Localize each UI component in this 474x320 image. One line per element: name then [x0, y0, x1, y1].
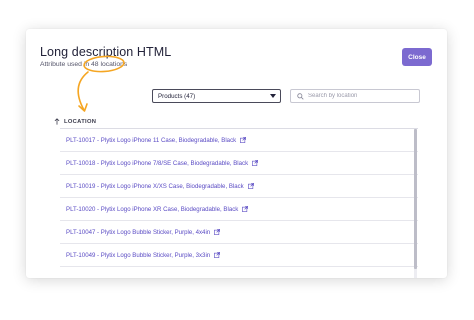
location-search-field[interactable] — [290, 89, 420, 103]
list-item[interactable]: PLT-10020 - Plytix Logo iPhone XR Case, … — [60, 198, 418, 221]
scrollbar-thumb[interactable] — [414, 129, 417, 269]
search-input[interactable] — [304, 93, 408, 99]
arrow-up-icon — [54, 118, 60, 125]
location-list: PLT-10017 - Plytix Logo iPhone 11 Case, … — [60, 129, 418, 267]
list-item[interactable]: PLT-10017 - Plytix Logo iPhone 11 Case, … — [60, 129, 418, 152]
list-item[interactable]: PLT-10018 - Plytix Logo iPhone 7/8/SE Ca… — [60, 152, 418, 175]
list-item[interactable]: PLT-10019 - Plytix Logo iPhone X/XS Case… — [60, 175, 418, 198]
location-link[interactable]: PLT-10049 - Plytix Logo Bubble Sticker, … — [66, 252, 210, 259]
location-column-header[interactable]: LOCATION — [54, 118, 96, 125]
location-link[interactable]: PLT-10047 - Plytix Logo Bubble Sticker, … — [66, 229, 210, 236]
location-link[interactable]: PLT-10019 - Plytix Logo iPhone X/XS Case… — [66, 183, 244, 190]
close-button[interactable]: Close — [402, 48, 432, 66]
list-scrollbar[interactable] — [414, 129, 417, 278]
list-item[interactable]: PLT-10049 - Plytix Logo Bubble Sticker, … — [60, 244, 418, 267]
search-icon — [297, 92, 304, 100]
external-link-icon[interactable] — [214, 229, 221, 235]
list-item[interactable]: PLT-10047 - Plytix Logo Bubble Sticker, … — [60, 221, 418, 244]
location-link[interactable]: PLT-10020 - Plytix Logo iPhone XR Case, … — [66, 206, 238, 213]
location-link[interactable]: PLT-10017 - Plytix Logo iPhone 11 Case, … — [66, 137, 236, 144]
external-link-icon[interactable] — [240, 137, 247, 143]
external-link-icon[interactable] — [247, 183, 254, 189]
products-filter-value: Products (47) — [158, 92, 196, 100]
dialog-subtitle: Attribute used in 48 locations — [40, 61, 128, 68]
location-dialog: Long description HTML Attribute used in … — [26, 29, 447, 278]
location-link[interactable]: PLT-10018 - Plytix Logo iPhone 7/8/SE Ca… — [66, 160, 248, 167]
external-link-icon[interactable] — [214, 252, 221, 258]
external-link-icon[interactable] — [252, 160, 259, 166]
dialog-title: Long description HTML — [40, 45, 172, 59]
products-filter-select[interactable]: Products (47) — [152, 89, 281, 103]
location-column-label: LOCATION — [64, 118, 97, 125]
external-link-icon[interactable] — [242, 206, 249, 212]
chevron-down-icon — [270, 94, 276, 98]
